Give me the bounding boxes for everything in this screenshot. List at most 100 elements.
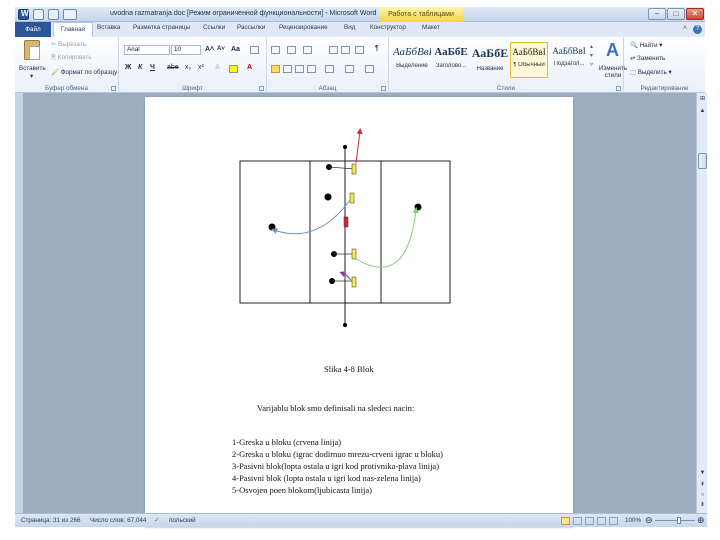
scroll-thumb[interactable] [698, 153, 707, 169]
page-counter[interactable]: Страница: 31 из 266 [21, 517, 80, 524]
font-name-combo[interactable]: Arial [124, 45, 170, 55]
tab-page-layout[interactable]: Разметка страницы [133, 24, 190, 31]
format-painter-button[interactable]: 🖌 Формат по образцу [51, 68, 117, 76]
italic-button[interactable]: К [138, 64, 142, 71]
undo-icon[interactable] [48, 9, 59, 20]
proofing-icon[interactable]: ✓ [154, 517, 159, 524]
justify-icon[interactable] [307, 65, 316, 73]
style-subtitle[interactable]: АаБбВвI Подзагол... [550, 42, 588, 78]
bold-button[interactable]: Ж [125, 64, 131, 71]
previous-page-icon[interactable]: ⇞ [698, 481, 707, 490]
find-button[interactable]: 🔍 Найти ▾ [630, 41, 662, 49]
ruler-toggle-icon[interactable]: ⊞ [698, 95, 707, 104]
tab-design[interactable]: Конструктор [370, 24, 406, 31]
multilevel-list-icon[interactable] [303, 46, 312, 54]
line-spacing-icon[interactable] [325, 65, 334, 73]
bullets-icon[interactable] [271, 46, 280, 54]
paragraph-group: ¶ Абзац [267, 37, 389, 93]
minimize-button[interactable]: – [648, 8, 666, 20]
tab-review[interactable]: Рецензирование [279, 24, 328, 31]
replace-button[interactable]: ⇄ Заменить [630, 55, 665, 62]
style-emphasis[interactable]: АаБбВвГ Выделение [393, 42, 431, 78]
close-button[interactable]: ✕ [686, 8, 704, 20]
text-effects-icon[interactable]: A [215, 64, 220, 71]
tab-references[interactable]: Ссылки [203, 24, 225, 31]
save-icon[interactable] [33, 9, 44, 20]
style-heading[interactable]: АаБбЕ Заголово... [432, 42, 470, 78]
zoom-in-icon[interactable]: ⊕ [697, 515, 705, 526]
show-formatting-button[interactable]: ¶ [375, 45, 379, 52]
paragraph-group-label: Абзац [318, 85, 337, 92]
word-count[interactable]: Число слов: 67,044 [90, 517, 146, 524]
print-layout-view-icon[interactable] [561, 517, 570, 525]
next-page-icon[interactable]: ⇟ [698, 501, 707, 510]
shading-icon[interactable] [345, 65, 354, 73]
font-group-label: Шрифт [182, 85, 203, 92]
draft-view-icon[interactable] [609, 517, 618, 525]
scroll-up-icon[interactable]: ▲ [698, 107, 707, 116]
replace-label: Заменить [637, 55, 666, 62]
vertical-scrollbar[interactable]: ⊞ ▲ ▼ ⇞ ○ ⇟ [696, 93, 707, 513]
paste-icon[interactable] [24, 40, 40, 60]
underline-button[interactable]: Ч [150, 64, 155, 71]
clipboard-launcher-icon[interactable] [111, 86, 116, 91]
sort-icon[interactable] [355, 46, 364, 54]
zoom-slider-thumb[interactable] [677, 517, 681, 524]
tab-file[interactable]: Файл [15, 22, 51, 37]
font-color-icon[interactable]: A [247, 64, 252, 71]
numbering-icon[interactable] [287, 46, 296, 54]
maximize-button[interactable]: □ [667, 8, 685, 20]
language-indicator[interactable]: польский [169, 517, 196, 524]
outline-view-icon[interactable] [597, 517, 606, 525]
document-area[interactable]: Slika 4-8 Blok Varijablu blok smo defini… [15, 93, 696, 527]
ribbon-collapse-icon[interactable]: ˄ [683, 25, 687, 32]
word-app-icon[interactable] [18, 9, 29, 20]
scroll-down-icon[interactable]: ▼ [698, 469, 707, 478]
styles-launcher-icon[interactable] [616, 86, 621, 91]
tab-layout[interactable]: Макет [422, 24, 440, 31]
web-layout-view-icon[interactable] [585, 517, 594, 525]
redo-icon[interactable] [63, 9, 77, 20]
font-size-combo[interactable]: 10 [171, 45, 201, 55]
style-name: Подзагол... [553, 61, 585, 67]
font-launcher-icon[interactable] [259, 86, 264, 91]
copy-button[interactable]: ⎘ Копировать [51, 54, 92, 62]
browse-object-icon[interactable]: ○ [698, 491, 707, 500]
paste-button[interactable]: Вставить [19, 65, 46, 72]
borders-icon[interactable] [365, 65, 374, 73]
increase-indent-icon[interactable] [341, 46, 350, 54]
list-item: 4-Pasivni blok (lopta ostala u igri kod … [232, 473, 421, 483]
help-icon[interactable]: ? [693, 25, 702, 34]
green-trajectory [355, 207, 419, 268]
shrink-font-button[interactable]: A˅ [217, 46, 225, 52]
change-styles-icon[interactable]: A [606, 40, 619, 61]
select-button[interactable]: ⬚ Выделить ▾ [630, 69, 672, 76]
paragraph-launcher-icon[interactable] [381, 86, 386, 91]
zoom-level[interactable]: 100% [625, 517, 641, 524]
superscript-button[interactable]: x² [198, 64, 204, 71]
full-screen-view-icon[interactable] [573, 517, 582, 525]
subscript-button[interactable]: x₂ [185, 64, 191, 71]
cut-button[interactable]: ✂ Вырезать [51, 41, 86, 48]
font-group: Arial 10 A˄ A˅ Aa Ж К Ч abe x₂ x² A A Шр… [119, 37, 267, 93]
align-left-icon[interactable] [271, 65, 280, 73]
zoom-slider[interactable] [655, 520, 695, 521]
grow-font-button[interactable]: A˄ [205, 46, 214, 53]
strikethrough-button[interactable]: abe [167, 64, 179, 71]
change-case-button[interactable]: Aa [231, 46, 240, 53]
clear-formatting-icon[interactable] [250, 46, 259, 54]
styles-scroll-icon[interactable]: ▴ ▾ ▿ [590, 43, 593, 70]
tab-home[interactable]: Главная [53, 22, 93, 37]
align-right-icon[interactable] [295, 65, 304, 73]
align-center-icon[interactable] [283, 65, 292, 73]
clipboard-group-label: Буфер обмена [45, 85, 88, 92]
tab-mailings[interactable]: Рассылки [237, 24, 265, 31]
highlight-color-icon[interactable] [229, 65, 238, 73]
style-title[interactable]: АаБбЕ Название [471, 42, 509, 78]
document-page[interactable]: Slika 4-8 Blok Varijablu blok smo defini… [145, 97, 573, 527]
zoom-out-icon[interactable]: ⊖ [645, 515, 653, 526]
tab-insert[interactable]: Вставка [97, 24, 120, 31]
tab-view[interactable]: Вид [344, 24, 355, 31]
decrease-indent-icon[interactable] [329, 46, 338, 54]
style-normal[interactable]: АаБбВвI ¶ Обычный [510, 42, 548, 78]
